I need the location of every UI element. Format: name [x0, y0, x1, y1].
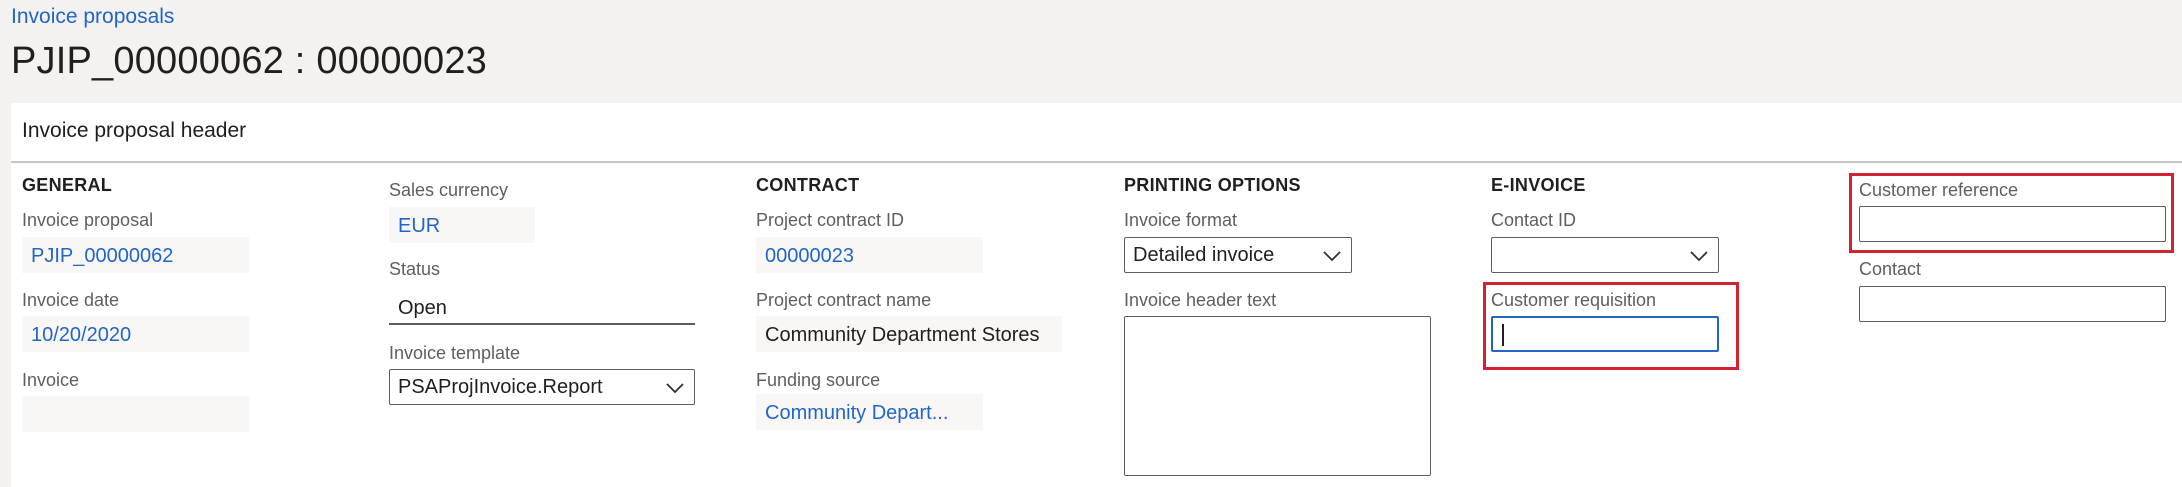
invoice-template-select[interactable]: PSAProjInvoice.Report	[389, 369, 695, 405]
funding-source-value[interactable]: Community Depart...	[756, 394, 983, 430]
e-invoice-heading: E-INVOICE	[1491, 175, 1586, 195]
contact-id-label: Contact ID	[1491, 210, 1577, 230]
contract-heading: CONTRACT	[756, 175, 860, 195]
invoice-proposal-label: Invoice proposal	[22, 210, 154, 230]
project-contract-id-value[interactable]: 00000023	[756, 237, 983, 273]
invoice-header-text-area[interactable]	[1124, 316, 1431, 476]
chevron-down-icon	[1323, 251, 1341, 262]
contact-input[interactable]	[1859, 286, 2166, 322]
customer-reference-input[interactable]	[1859, 206, 2166, 242]
panel-header-label: Invoice proposal header	[22, 119, 247, 142]
sales-currency-label: Sales currency	[389, 180, 509, 200]
invoice-proposal-value[interactable]: PJIP_00000062	[22, 237, 249, 273]
invoice-label: Invoice	[22, 370, 80, 390]
invoice-value	[22, 396, 249, 432]
contact-id-select[interactable]	[1491, 237, 1719, 273]
customer-requisition-label: Customer requisition	[1491, 290, 1657, 310]
sales-currency-value: EUR	[389, 207, 535, 243]
breadcrumb[interactable]: Invoice proposals	[11, 5, 174, 29]
invoice-date-value: 10/20/2020	[22, 316, 249, 352]
chevron-down-icon	[666, 383, 684, 394]
panel-header[interactable]	[11, 103, 2182, 163]
contact-label: Contact	[1859, 259, 1922, 279]
customer-requisition-input[interactable]	[1491, 316, 1719, 352]
customer-reference-label: Customer reference	[1859, 180, 2019, 200]
printing-options-heading: PRINTING OPTIONS	[1124, 175, 1301, 195]
project-contract-id-label: Project contract ID	[756, 210, 905, 230]
invoice-template-label: Invoice template	[389, 343, 521, 363]
invoice-format-label: Invoice format	[1124, 210, 1238, 230]
invoice-template-value: PSAProjInvoice.Report	[398, 376, 603, 398]
status-field[interactable]: Open	[389, 289, 695, 325]
funding-source-label: Funding source	[756, 370, 881, 390]
project-contract-name-value: Community Department Stores	[756, 316, 1062, 352]
status-label: Status	[389, 259, 441, 279]
invoice-format-value: Detailed invoice	[1133, 244, 1275, 266]
text-caret	[1502, 324, 1504, 346]
invoice-format-select[interactable]: Detailed invoice	[1124, 237, 1352, 273]
invoice-date-label: Invoice date	[22, 290, 120, 310]
page-title: PJIP_00000062 : 00000023	[11, 40, 487, 82]
general-heading: GENERAL	[22, 175, 113, 195]
chevron-down-icon	[1690, 251, 1708, 262]
project-contract-name-label: Project contract name	[756, 290, 932, 310]
invoice-header-text-label: Invoice header text	[1124, 290, 1277, 310]
